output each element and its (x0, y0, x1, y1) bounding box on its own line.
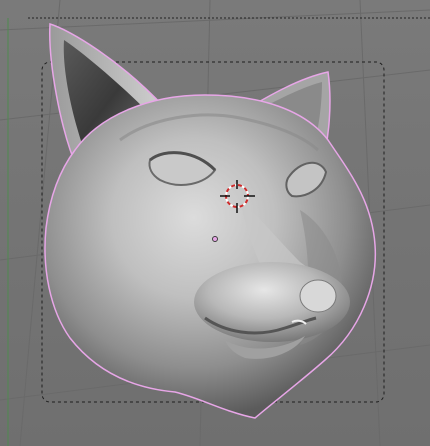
nose-tip (299, 279, 337, 313)
3d-viewport[interactable] (0, 0, 430, 446)
viewport-canvas[interactable] (0, 0, 430, 446)
cat-head-model[interactable] (44, 23, 377, 419)
object-origin-icon[interactable] (212, 236, 218, 242)
